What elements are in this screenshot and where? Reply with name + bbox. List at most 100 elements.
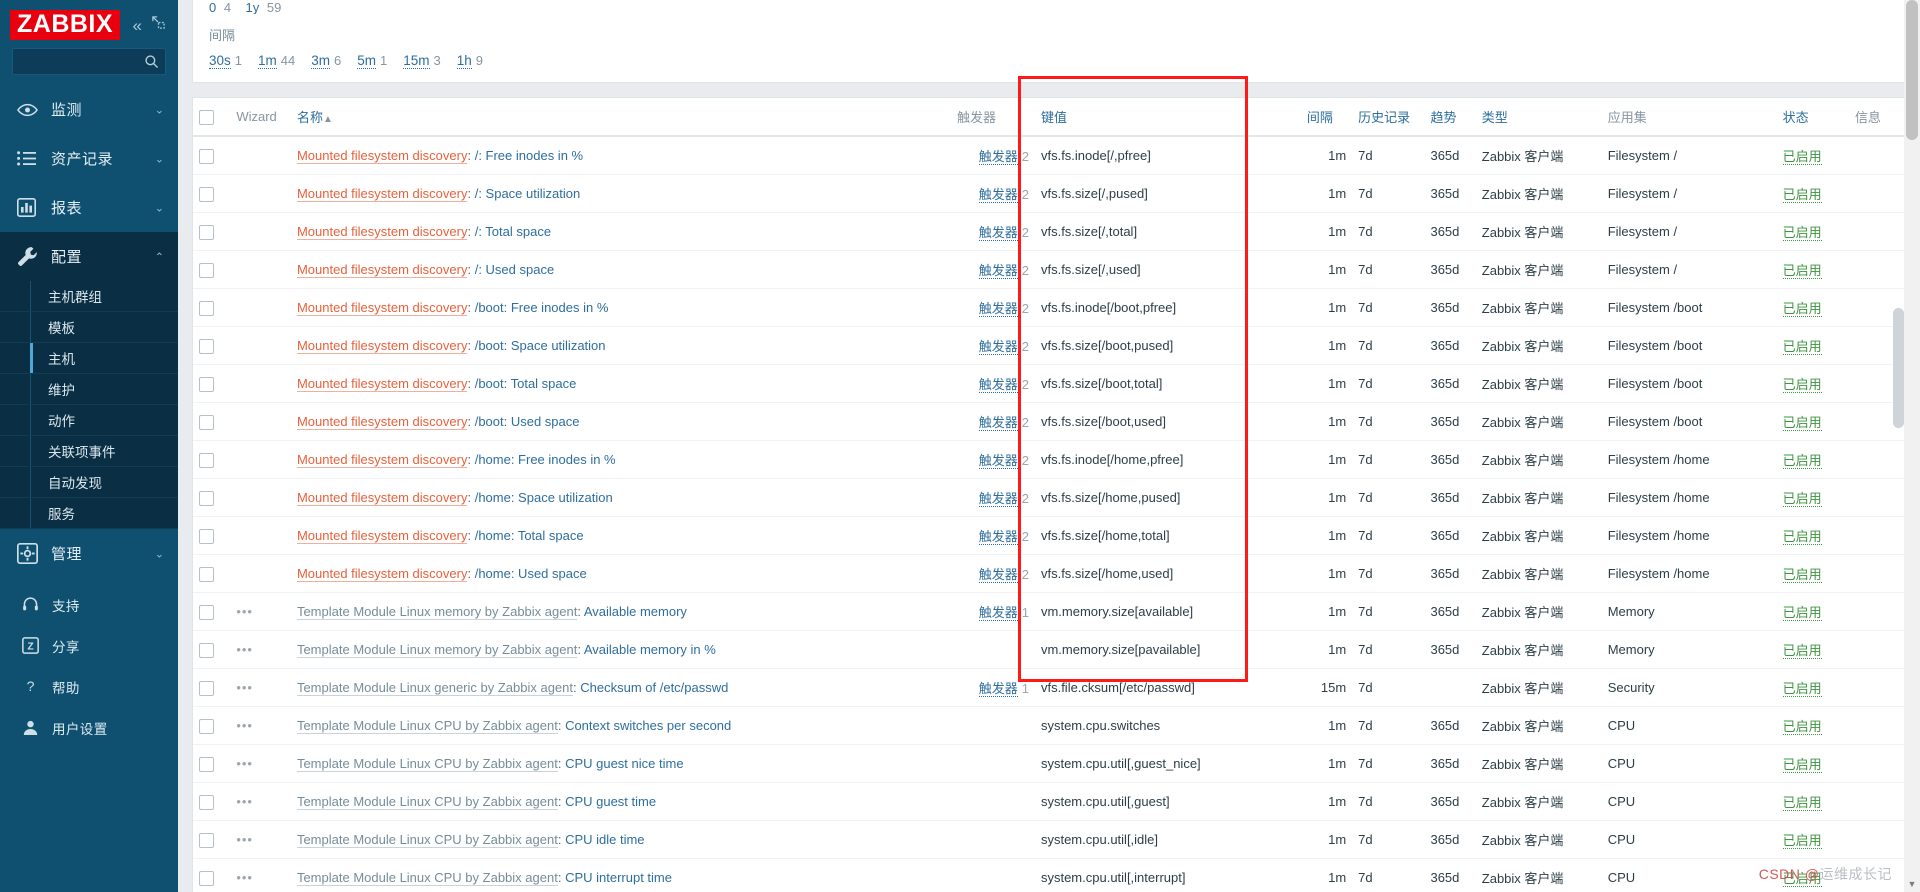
triggers-link[interactable]: 触发器 — [978, 453, 1018, 469]
row-checkbox[interactable] — [199, 528, 214, 544]
sidebar-item-monitoring[interactable]: 监测 ⌄ — [0, 85, 178, 134]
triggers-link[interactable]: 触发器 — [978, 339, 1018, 355]
sidebar-item-administration[interactable]: 管理 ⌄ — [0, 529, 178, 578]
status-badge[interactable]: 已启用 — [1782, 681, 1822, 697]
interval-chip-label[interactable]: 1h — [456, 53, 472, 69]
row-checkbox[interactable] — [199, 680, 214, 696]
row-checkbox[interactable] — [199, 490, 214, 506]
triggers-cell[interactable]: 触发器 1 — [951, 668, 1035, 707]
sidebar-subitem-services[interactable]: 服务 — [0, 498, 178, 529]
sidebar-item-share[interactable]: Z 分享 — [0, 625, 178, 666]
status-cell[interactable]: 已启用 — [1776, 630, 1849, 669]
wizard-dots-icon[interactable]: ••• — [236, 832, 253, 847]
triggers-link[interactable]: 触发器 — [978, 301, 1018, 317]
status-cell[interactable]: 已启用 — [1776, 440, 1849, 479]
triggers-cell[interactable]: 触发器 2 — [951, 326, 1035, 365]
status-cell[interactable]: 已启用 — [1776, 212, 1849, 251]
triggers-link[interactable]: 触发器 — [978, 225, 1018, 241]
search-box[interactable] — [12, 48, 166, 75]
item-template-link[interactable]: Template Module Linux CPU by Zabbix agen… — [296, 832, 558, 848]
wizard-cell[interactable]: ••• — [230, 668, 291, 707]
wizard-dots-icon[interactable]: ••• — [236, 870, 253, 885]
wizard-cell[interactable]: ••• — [230, 858, 291, 892]
sidebar-subitem-maintenance[interactable]: 维护 — [0, 374, 178, 405]
sidebar-subitem-discovery[interactable]: 自动发现 — [0, 467, 178, 498]
item-template-link[interactable]: Mounted filesystem discovery — [296, 262, 468, 278]
interval-chip-label[interactable]: 1m — [258, 53, 277, 69]
item-template-link[interactable]: Template Module Linux CPU by Zabbix agen… — [296, 870, 558, 886]
interval-chip-label[interactable]: 5m — [357, 53, 377, 69]
item-template-link[interactable]: Template Module Linux memory by Zabbix a… — [296, 642, 578, 658]
item-template-link[interactable]: Mounted filesystem discovery — [296, 338, 468, 354]
item-template-link[interactable]: Template Module Linux generic by Zabbix … — [296, 680, 574, 696]
status-cell[interactable]: 已启用 — [1776, 402, 1849, 441]
status-cell[interactable]: 已启用 — [1776, 820, 1849, 859]
triggers-link[interactable]: 触发器 — [978, 567, 1018, 583]
triggers-cell[interactable]: 触发器 2 — [951, 364, 1035, 403]
item-name-link[interactable]: /home: Used space — [475, 566, 587, 581]
item-name-link[interactable]: /home: Total space — [475, 528, 584, 543]
row-checkbox[interactable] — [199, 224, 214, 240]
status-badge[interactable]: 已启用 — [1782, 491, 1822, 507]
sidebar-subitem-hosts[interactable]: 主机 — [0, 343, 178, 374]
row-checkbox[interactable] — [199, 756, 214, 772]
wizard-dots-icon[interactable]: ••• — [236, 718, 253, 733]
item-name-link[interactable]: /home: Space utilization — [475, 490, 613, 505]
status-badge[interactable]: 已启用 — [1782, 339, 1822, 355]
triggers-cell[interactable]: 触发器 2 — [951, 402, 1035, 441]
wizard-dots-icon[interactable]: ••• — [236, 794, 253, 809]
sidebar-item-user-settings[interactable]: 用户设置 — [0, 707, 178, 748]
triggers-cell[interactable]: 触发器 2 — [951, 440, 1035, 479]
item-template-link[interactable]: Mounted filesystem discovery — [296, 566, 468, 582]
status-cell[interactable]: 已启用 — [1776, 592, 1849, 631]
row-checkbox[interactable] — [199, 718, 214, 734]
wizard-cell[interactable]: ••• — [230, 706, 291, 745]
status-cell[interactable]: 已启用 — [1776, 668, 1849, 707]
status-badge[interactable]: 已启用 — [1782, 225, 1822, 241]
item-name-link[interactable]: /: Used space — [475, 262, 555, 277]
triggers-cell[interactable]: 触发器 2 — [951, 554, 1035, 593]
status-cell[interactable]: 已启用 — [1776, 250, 1849, 289]
item-name-link[interactable]: /: Free inodes in % — [475, 148, 583, 163]
status-cell[interactable]: 已启用 — [1776, 744, 1849, 783]
interval-chip-label[interactable]: 15m — [403, 53, 430, 69]
page-scrollbar[interactable]: ▲ ▼ — [1904, 0, 1920, 892]
item-template-link[interactable]: Mounted filesystem discovery — [296, 376, 468, 392]
header-type[interactable]: 类型 — [1475, 98, 1602, 137]
compact-view-icon[interactable] — [151, 15, 166, 35]
item-template-link[interactable]: Mounted filesystem discovery — [296, 452, 468, 468]
status-badge[interactable]: 已启用 — [1782, 377, 1822, 393]
select-all-checkbox[interactable] — [199, 109, 214, 125]
row-checkbox[interactable] — [199, 262, 214, 278]
triggers-cell[interactable]: 触发器 2 — [951, 212, 1035, 251]
row-checkbox[interactable] — [199, 832, 214, 848]
row-checkbox[interactable] — [199, 452, 214, 468]
status-badge[interactable]: 已启用 — [1782, 301, 1822, 317]
wizard-dots-icon[interactable]: ••• — [236, 642, 253, 657]
interval-chip-label[interactable]: 30s — [209, 53, 231, 69]
header-history[interactable]: 历史记录 — [1352, 98, 1425, 137]
item-template-link[interactable]: Mounted filesystem discovery — [296, 148, 468, 164]
item-name-link[interactable]: /boot: Free inodes in % — [475, 300, 609, 315]
scroll-down-icon[interactable]: ▼ — [1904, 876, 1920, 892]
item-template-link[interactable]: Template Module Linux CPU by Zabbix agen… — [296, 794, 558, 810]
status-badge[interactable]: 已启用 — [1782, 453, 1822, 469]
row-checkbox[interactable] — [199, 376, 214, 392]
status-badge[interactable]: 已启用 — [1782, 795, 1822, 811]
triggers-link[interactable]: 触发器 — [978, 149, 1018, 165]
triggers-cell[interactable]: 触发器 2 — [951, 250, 1035, 289]
item-template-link[interactable]: Template Module Linux memory by Zabbix a… — [296, 604, 578, 620]
triggers-link[interactable]: 触发器 — [978, 605, 1018, 621]
item-template-link[interactable]: Mounted filesystem discovery — [296, 224, 468, 240]
status-cell[interactable]: 已启用 — [1776, 478, 1849, 517]
status-cell[interactable]: 已启用 — [1776, 782, 1849, 821]
page-scrollbar-thumb[interactable] — [1906, 0, 1918, 140]
triggers-cell[interactable]: 触发器 1 — [951, 592, 1035, 631]
status-badge[interactable]: 已启用 — [1782, 643, 1822, 659]
status-cell[interactable]: 已启用 — [1776, 136, 1849, 175]
sidebar-subitem-event-correlation[interactable]: 关联项事件 — [0, 436, 178, 467]
sidebar-subitem-host-groups[interactable]: 主机群组 — [0, 281, 178, 312]
item-name-link[interactable]: /boot: Total space — [475, 376, 577, 391]
item-template-link[interactable]: Template Module Linux CPU by Zabbix agen… — [296, 718, 558, 734]
item-name-link[interactable]: CPU interrupt time — [565, 870, 672, 885]
